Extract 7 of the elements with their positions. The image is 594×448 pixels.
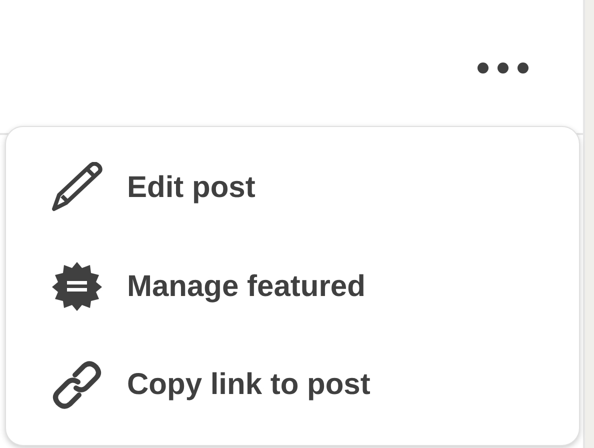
pencil-icon	[51, 162, 103, 212]
menu-item[interactable]: Manage featured	[6, 236, 579, 336]
more-icon	[476, 61, 530, 75]
badge-icon	[51, 260, 103, 312]
menu-item[interactable]: Copy link to post	[6, 335, 579, 434]
menu-item[interactable]: Edit post	[6, 138, 579, 237]
link-icon	[51, 358, 103, 411]
